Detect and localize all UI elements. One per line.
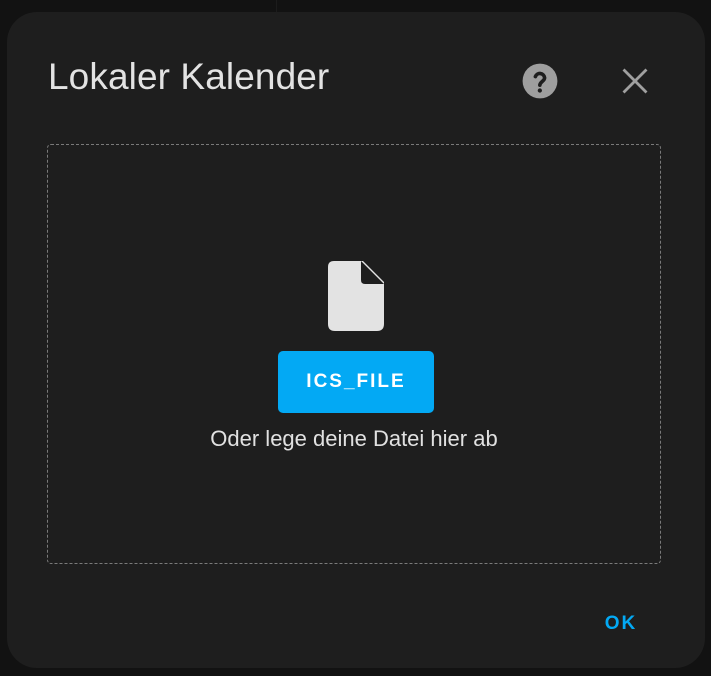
backdrop-divider [276, 0, 277, 12]
file-icon [328, 261, 384, 331]
close-icon [622, 68, 648, 94]
file-dropzone[interactable]: ICS_FILE Oder lege deine Datei hier ab [47, 144, 661, 564]
upload-file-button[interactable]: ICS_FILE [278, 351, 434, 413]
dialog-title: Lokaler Kalender [48, 56, 330, 97]
help-circle-icon [522, 63, 558, 99]
help-button[interactable] [516, 57, 564, 105]
close-button[interactable] [611, 57, 659, 105]
drop-hint-text: Oder lege deine Datei hier ab [210, 426, 498, 451]
ok-button[interactable]: OK [587, 602, 655, 646]
dialog: Lokaler Kalender ICS_FILE Oder lege dein… [7, 12, 705, 668]
